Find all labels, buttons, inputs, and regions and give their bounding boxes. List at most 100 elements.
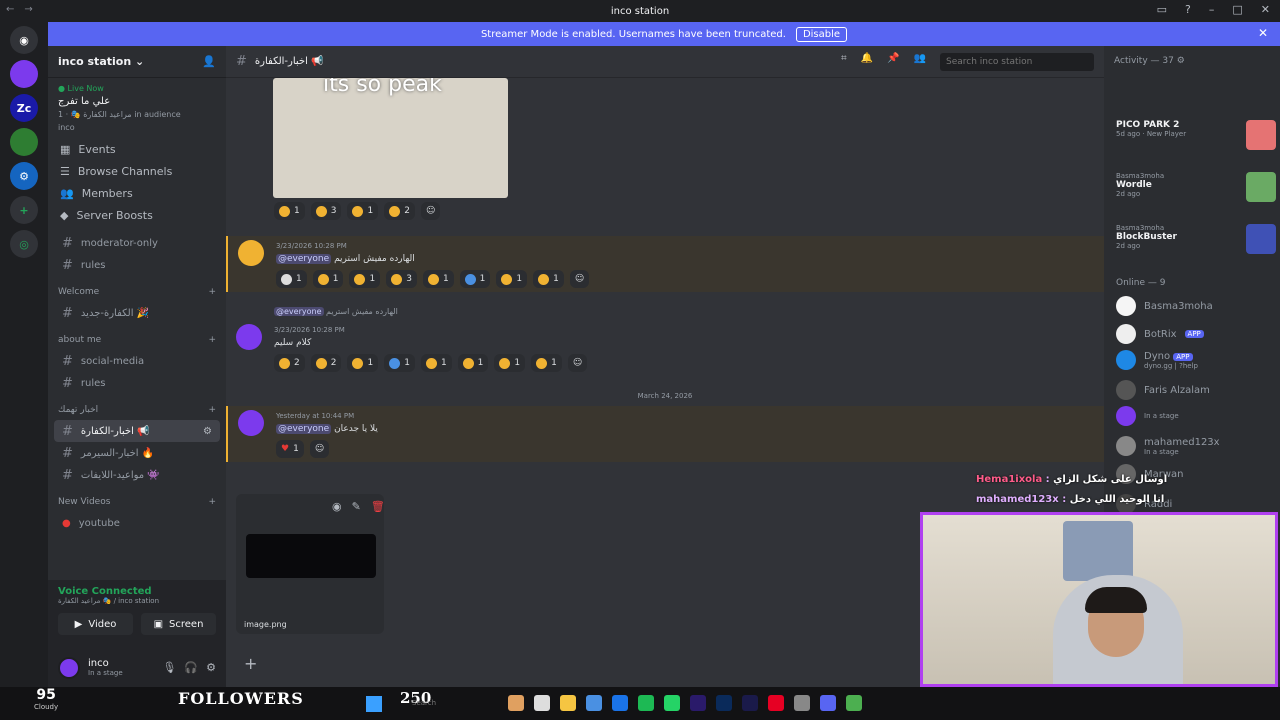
back-icon[interactable]: ← bbox=[6, 4, 14, 15]
avatar[interactable] bbox=[236, 324, 262, 350]
close-banner-icon[interactable]: ✕ bbox=[1258, 26, 1268, 40]
pin-icon[interactable]: 📌 bbox=[887, 53, 899, 71]
add-server-icon[interactable]: + bbox=[10, 196, 38, 224]
maximize-icon[interactable]: □ bbox=[1232, 3, 1242, 16]
pinterest-icon[interactable] bbox=[768, 695, 784, 711]
reaction[interactable]: 1 bbox=[457, 354, 489, 372]
app-icon[interactable] bbox=[534, 695, 550, 711]
channel-rules-2[interactable]: # rules bbox=[54, 372, 220, 394]
server-icon[interactable]: ⚙ bbox=[10, 162, 38, 190]
nav-members[interactable]: 👥 Members bbox=[48, 182, 226, 204]
activity-card[interactable]: Basma3moha Wordle 2d ago bbox=[1116, 172, 1276, 216]
message-image-attachment[interactable]: its so peak bbox=[273, 78, 508, 198]
server-icon[interactable] bbox=[10, 60, 38, 88]
forward-icon[interactable]: → bbox=[24, 4, 32, 15]
gear-icon[interactable]: ⚙ bbox=[1177, 56, 1185, 66]
search-input[interactable] bbox=[940, 52, 1094, 71]
reaction[interactable]: 1 bbox=[274, 202, 305, 220]
upload-preview[interactable]: ◉ ✎ 🗑 image.png bbox=[236, 494, 385, 634]
eye-icon[interactable]: ◉ bbox=[332, 500, 342, 513]
premiere-icon[interactable] bbox=[690, 695, 706, 711]
add-channel-icon[interactable]: + bbox=[208, 287, 216, 297]
activity-card[interactable]: Basma3moha BlockBuster 2d ago bbox=[1116, 224, 1276, 268]
activity-card[interactable]: PICO PARK 2 5d ago · New Player bbox=[1116, 120, 1276, 164]
reaction[interactable]: 2 bbox=[384, 202, 415, 220]
mic-icon[interactable]: 🎙 bbox=[162, 661, 176, 674]
weather-widget[interactable]: 95 Cloudy bbox=[34, 687, 58, 711]
reaction[interactable]: 1 bbox=[384, 354, 415, 372]
dm-icon[interactable]: ◉ bbox=[10, 26, 38, 54]
reaction[interactable]: 1 bbox=[276, 270, 307, 288]
reaction[interactable]: 1 bbox=[312, 270, 344, 288]
reaction[interactable]: ♥ 1 bbox=[276, 440, 304, 458]
reaction[interactable]: 1 bbox=[531, 354, 562, 372]
minimize-icon[interactable]: – bbox=[1209, 3, 1215, 16]
pencil-icon[interactable]: ✎ bbox=[352, 500, 361, 513]
avatar[interactable] bbox=[238, 240, 264, 266]
app-icon[interactable] bbox=[794, 695, 810, 711]
category-news[interactable]: اخبار تهمك + bbox=[48, 400, 226, 420]
add-reaction-button[interactable]: ☺ bbox=[567, 354, 588, 372]
reaction[interactable]: 2 bbox=[310, 354, 342, 372]
category-videos[interactable]: New Videos + bbox=[48, 492, 226, 512]
server-header[interactable]: inco station ⌄ 👤 bbox=[48, 46, 226, 78]
after-effects-icon[interactable] bbox=[742, 695, 758, 711]
reaction[interactable]: 3 bbox=[386, 270, 417, 288]
reaction[interactable]: 1 bbox=[349, 270, 381, 288]
reaction[interactable]: 1 bbox=[347, 202, 379, 220]
add-reaction-button[interactable]: ☺ bbox=[569, 270, 590, 288]
reaction[interactable]: 1 bbox=[347, 354, 379, 372]
discord-icon[interactable] bbox=[820, 695, 836, 711]
screen-button[interactable]: ▣ Screen bbox=[141, 613, 216, 635]
mention[interactable]: @everyone bbox=[274, 307, 324, 316]
channel-schedule[interactable]: # مواعيد-اللايفات 👾 bbox=[54, 464, 220, 486]
reaction[interactable]: 3 bbox=[310, 202, 342, 220]
edge-icon[interactable] bbox=[612, 695, 628, 711]
mention[interactable]: @everyone bbox=[276, 424, 332, 434]
inbox-icon[interactable]: ▭ bbox=[1157, 3, 1167, 16]
reaction[interactable]: 1 bbox=[533, 270, 564, 288]
reaction[interactable]: 1 bbox=[422, 270, 454, 288]
member-item[interactable]: Dyno APP dyno.gg | ?help bbox=[1116, 350, 1198, 370]
add-channel-icon[interactable]: + bbox=[208, 335, 216, 345]
nav-browse-channels[interactable]: ☰ Browse Channels bbox=[48, 160, 226, 182]
reaction[interactable]: 1 bbox=[494, 354, 526, 372]
channel-social-media[interactable]: # social-media bbox=[54, 350, 220, 372]
channel-rules[interactable]: # rules bbox=[54, 254, 220, 276]
channel-youtube[interactable]: ● youtube bbox=[54, 512, 220, 534]
trash-icon[interactable]: 🗑 bbox=[371, 500, 385, 513]
gear-icon[interactable]: ⚙ bbox=[206, 661, 216, 674]
member-item[interactable]: mahamed123x In a stage bbox=[1116, 436, 1220, 456]
threads-icon[interactable]: ⌗ bbox=[841, 53, 847, 71]
close-window-icon[interactable]: ✕ bbox=[1261, 3, 1270, 16]
channel-moderator-only[interactable]: # moderator-only bbox=[54, 232, 220, 254]
add-reaction-button[interactable]: ☺ bbox=[309, 440, 330, 458]
add-channel-icon[interactable]: + bbox=[208, 405, 216, 415]
app-icon[interactable] bbox=[586, 695, 602, 711]
help-icon[interactable]: ? bbox=[1185, 3, 1191, 16]
category-about-me[interactable]: about me + bbox=[48, 330, 226, 350]
channel-news-active[interactable]: # اخبار-الكفارة 📢 ⚙ bbox=[54, 420, 220, 442]
chrome-icon[interactable] bbox=[846, 695, 862, 711]
discover-icon[interactable]: ◎ bbox=[10, 230, 38, 258]
app-icon[interactable] bbox=[508, 695, 524, 711]
nav-events[interactable]: ▦ Events bbox=[48, 138, 226, 160]
member-item[interactable]: Faris Alzalam bbox=[1116, 380, 1210, 400]
bell-icon[interactable]: 🔔 bbox=[861, 53, 873, 71]
add-channel-icon[interactable]: + bbox=[208, 497, 216, 507]
disable-button[interactable]: Disable bbox=[795, 26, 848, 42]
live-stage-card[interactable]: ● Live Now علي ما تفرج مراعيد الكفارة 🎭 … bbox=[48, 78, 226, 138]
video-button[interactable]: ▶ Video bbox=[58, 613, 133, 635]
reaction[interactable]: 1 bbox=[496, 270, 528, 288]
member-item[interactable]: Basma3moha bbox=[1116, 296, 1213, 316]
reaction[interactable]: 1 bbox=[459, 270, 491, 288]
photoshop-icon[interactable] bbox=[716, 695, 732, 711]
server-icon[interactable]: Zc bbox=[10, 94, 38, 122]
channel-streamer-news[interactable]: # اخبار-السيرمر 🔥 bbox=[54, 442, 220, 464]
category-welcome[interactable]: Welcome + bbox=[48, 282, 226, 302]
invite-icon[interactable]: 👤 bbox=[202, 55, 216, 68]
reaction[interactable]: 1 bbox=[420, 354, 452, 372]
channel-welcome[interactable]: # الكفارة-جديد 🎉 bbox=[54, 302, 220, 324]
start-icon[interactable] bbox=[366, 696, 382, 712]
member-item[interactable]: BotRix APP bbox=[1116, 324, 1204, 344]
